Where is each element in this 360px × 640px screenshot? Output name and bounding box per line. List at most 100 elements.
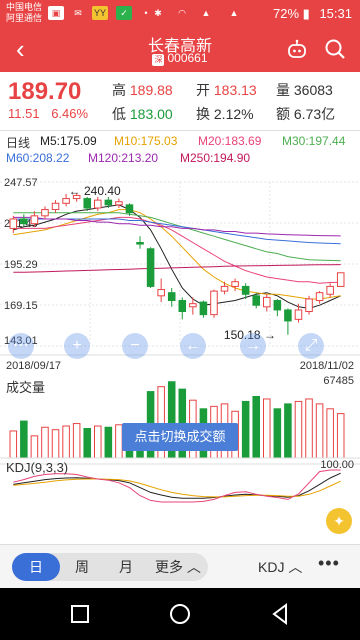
carrier-1: 中国电信	[6, 2, 43, 12]
price-tick-label: 247.57	[4, 177, 38, 189]
open-value: 183.13	[213, 82, 257, 98]
volume-bar	[263, 398, 271, 459]
candle-body	[241, 285, 250, 295]
robot-icon[interactable]	[286, 38, 308, 60]
turnover-label: 换	[196, 106, 210, 122]
candle-body	[294, 309, 303, 320]
ma60-legend: M60:208.22	[6, 151, 70, 165]
tab-day[interactable]: 日	[12, 553, 60, 581]
price-tick-label: 169.15	[4, 300, 38, 312]
switch-amount-tooltip[interactable]: 点击切换成交额	[122, 423, 238, 451]
volume-max: 67485	[323, 375, 354, 387]
amount-value: 6.73亿	[293, 106, 336, 122]
volume-bar	[83, 427, 91, 459]
ma10-legend: M10:175.03	[114, 134, 178, 148]
date-start: 2018/09/17	[6, 360, 62, 372]
price-tick-label: 195.29	[4, 259, 38, 271]
more-menu-icon[interactable]: •••	[318, 553, 340, 574]
candle-body	[189, 303, 197, 308]
volume-bar	[336, 413, 345, 459]
candle-body	[273, 300, 282, 311]
volume-bar	[284, 403, 292, 459]
home-icon[interactable]	[168, 602, 192, 626]
price-change: 11.51 6.46%	[8, 106, 88, 121]
candle-body	[104, 199, 113, 206]
date-end: 2018/11/02	[299, 360, 354, 372]
candle-body	[20, 218, 28, 225]
volume-bar	[326, 408, 334, 459]
ma120-legend: M120:213.20	[88, 151, 159, 165]
arrow-right-icon[interactable]: →	[240, 333, 266, 359]
fullscreen-icon[interactable]: ⤢	[298, 333, 324, 359]
tab-more[interactable]: 更多 ︿	[148, 553, 208, 581]
volume-bar	[315, 403, 324, 459]
zoom-in-icon[interactable]: +	[64, 333, 90, 359]
candle-body	[41, 209, 49, 217]
quote-panel: 189.70 11.51 6.46% 高 189.88 低 183.00 开 1…	[0, 72, 360, 132]
candle-body	[157, 289, 165, 297]
volume-bar	[51, 429, 60, 459]
candle-body	[336, 272, 345, 287]
candle-body	[94, 199, 102, 209]
change-value: 11.51	[8, 106, 40, 121]
volume-title: 成交量	[6, 380, 46, 395]
open-label: 开	[196, 82, 210, 98]
zoom-out-icon[interactable]: −	[122, 333, 148, 359]
candle-body	[263, 296, 271, 308]
recents-icon[interactable]	[68, 602, 92, 626]
volume-bar	[104, 426, 113, 459]
volume-bar	[305, 398, 313, 459]
tab-month[interactable]: 月	[104, 553, 148, 581]
indicator-select[interactable]: KDJ ︿	[258, 557, 302, 577]
period-label: 日线	[6, 136, 31, 150]
prev-icon[interactable]: ⋯	[8, 333, 34, 359]
ma20-legend: M20:183.69	[198, 134, 262, 148]
search-icon[interactable]	[324, 38, 346, 60]
turnover-field: 换 2.12%	[196, 104, 254, 124]
low-label: 低	[112, 106, 126, 122]
candle-body	[305, 298, 313, 313]
candle-body	[146, 248, 155, 287]
mail-icon: ✉	[74, 8, 82, 18]
volume-bar	[252, 396, 260, 459]
candle-body	[136, 241, 144, 245]
arrow-left-icon[interactable]: ←	[180, 333, 206, 359]
candle-body	[231, 281, 239, 287]
carrier-2: 阿里通信	[6, 13, 43, 23]
high-label: 高	[112, 82, 126, 98]
ma30-legend: M30:197.44	[282, 134, 346, 148]
quote-divider	[0, 130, 360, 131]
volume-bar	[241, 400, 250, 459]
stock-code: 000661	[167, 51, 208, 65]
lightbulb-icon[interactable]: ✦	[326, 508, 352, 534]
notification-icon: ▣	[48, 6, 64, 20]
volume-bar	[72, 423, 81, 459]
candle-body	[30, 215, 39, 225]
tab-week[interactable]: 周	[60, 553, 104, 581]
period-tabbar: 日 周 月 更多 ︿ KDJ ︿ •••	[0, 544, 360, 588]
signal-g-icon: ▲	[229, 8, 239, 18]
candle-body	[9, 218, 18, 229]
yy-icon: YY	[92, 6, 108, 20]
candle-body	[326, 285, 334, 295]
candle-body	[178, 300, 187, 313]
volume-bar	[273, 408, 282, 459]
volume-label: 量	[276, 82, 290, 98]
candle-body	[115, 201, 123, 206]
volume-bar	[30, 435, 39, 459]
bluetooth-icon: ✱	[154, 8, 162, 18]
ma-line-m5	[13, 204, 341, 309]
candle-body	[62, 198, 70, 204]
exchange-badge: 深	[152, 54, 165, 66]
ma-line-m250	[13, 264, 341, 273]
volume-bar	[294, 400, 303, 459]
ma-line-m30	[13, 212, 341, 262]
low-value: 183.00	[129, 106, 173, 122]
current-price: 189.70	[8, 78, 82, 105]
candle-body	[167, 292, 176, 302]
back-nav-icon[interactable]	[268, 602, 292, 626]
candle-body	[252, 295, 260, 306]
high-field: 高 189.88	[112, 80, 173, 100]
volume-bar	[62, 425, 70, 459]
status-right: 72% ▮ 15:31	[273, 6, 352, 22]
